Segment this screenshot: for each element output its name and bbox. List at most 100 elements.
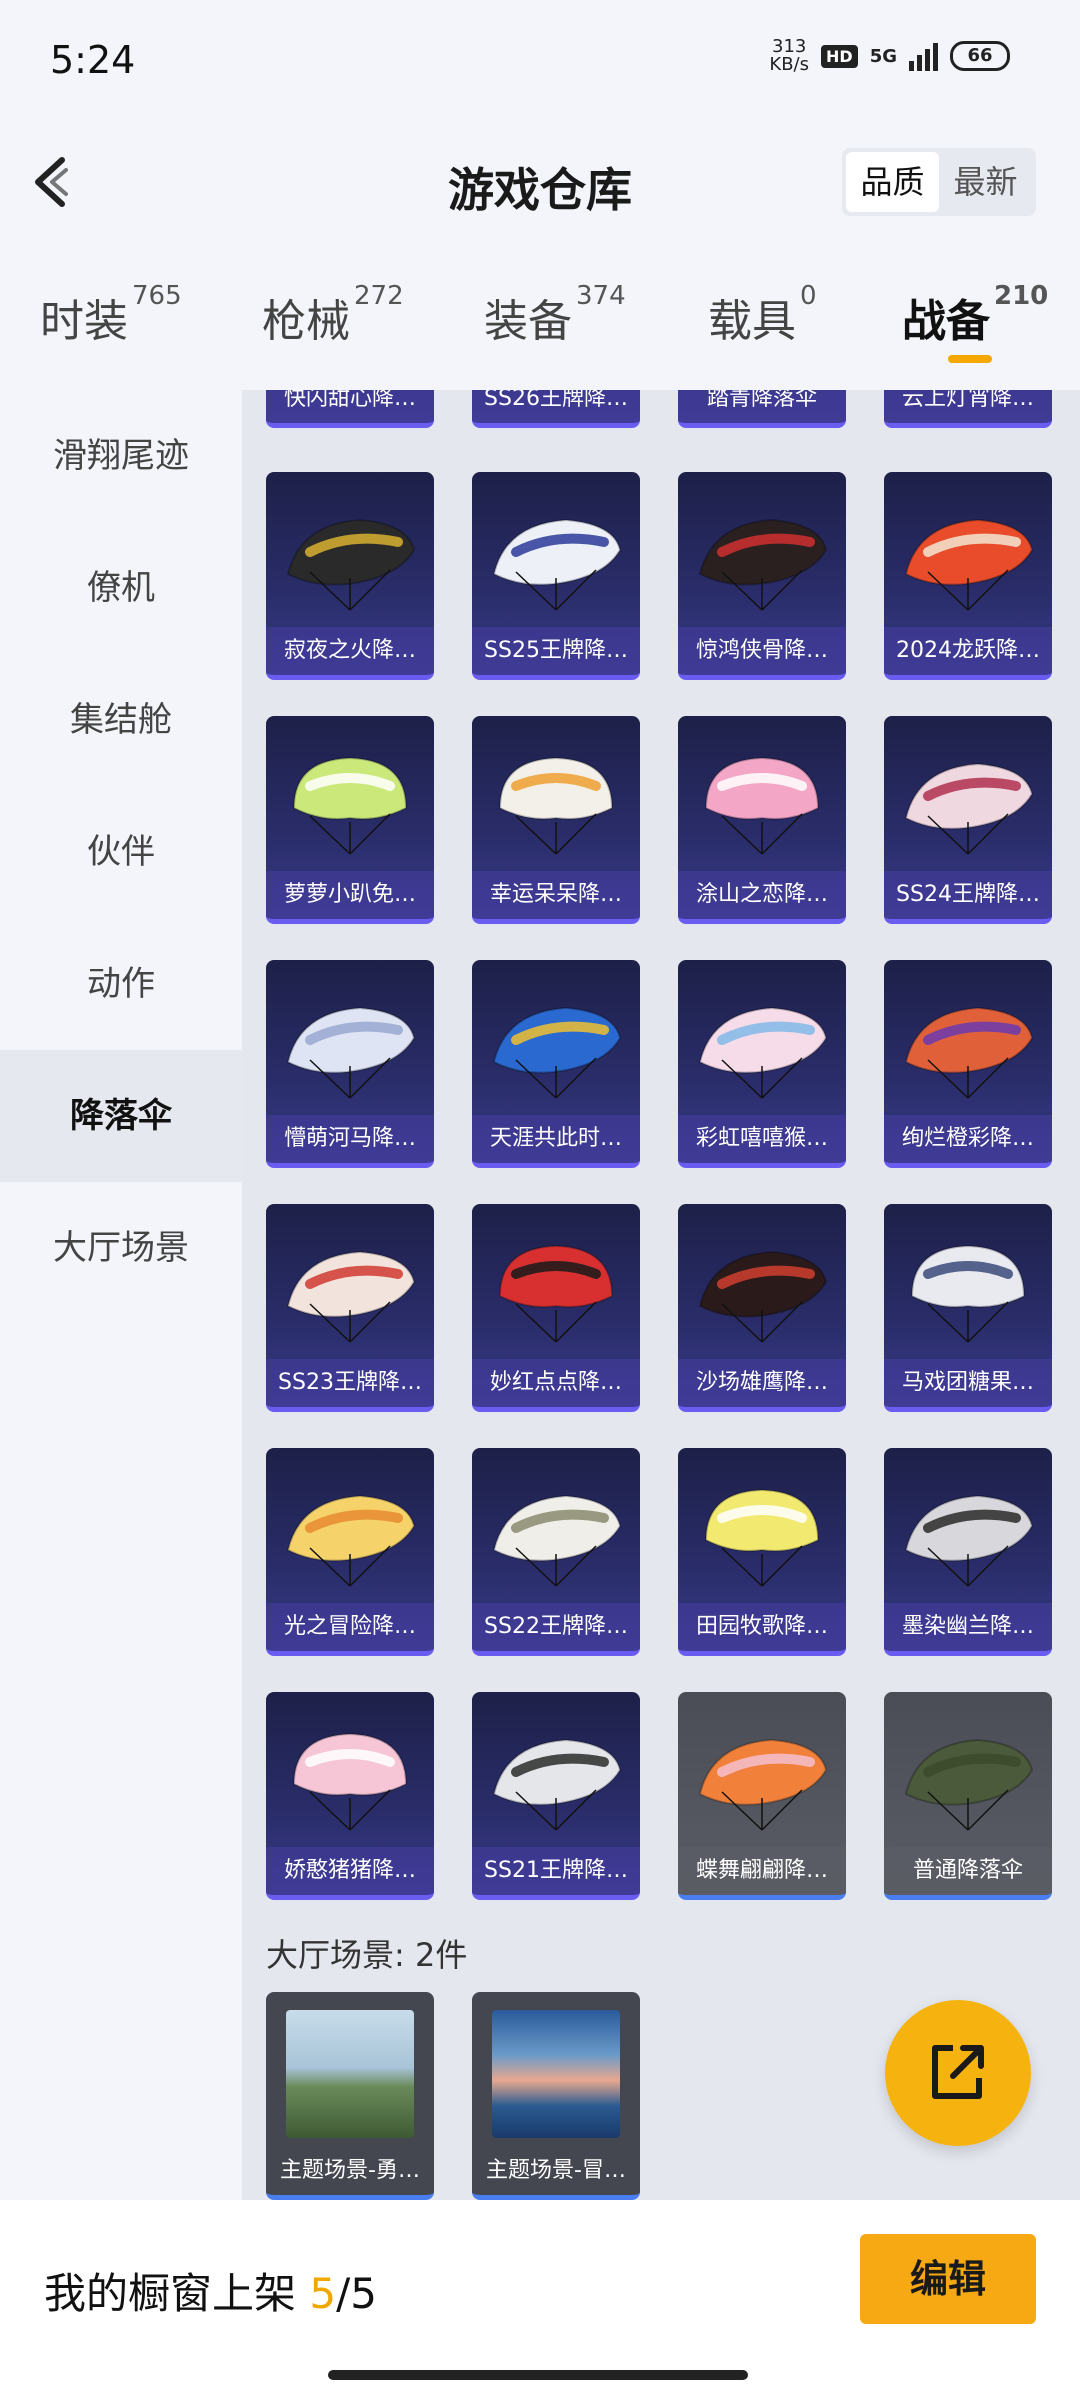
parachute-icon xyxy=(904,762,1034,855)
parachute-name: 懵萌河马降… xyxy=(266,1115,434,1163)
parachute-name: 云上灯宵降… xyxy=(884,390,1052,423)
parachute-name: 绚烂橙彩降… xyxy=(884,1115,1052,1163)
tab-fashion[interactable]: 时装 765 xyxy=(40,281,182,349)
parachute-name: 幸运呆呆降… xyxy=(472,871,640,919)
status-time: 5:24 xyxy=(50,38,136,82)
parachute-name: 寂夜之火降… xyxy=(266,627,434,675)
parachute-icon xyxy=(904,1006,1034,1099)
status-bar: 5:24 313 KB/s HD 5G 66 xyxy=(0,0,1080,120)
parachute-name: 快闪甜心降… xyxy=(266,390,434,423)
parachute-name: 蝶舞翩翩降… xyxy=(678,1847,846,1895)
edit-button[interactable]: 编辑 xyxy=(860,2234,1036,2324)
sidebar-item-assembly-pod[interactable]: 集结舱 xyxy=(0,654,242,786)
parachute-card[interactable]: 懵萌河马降… xyxy=(266,960,434,1168)
parachute-card[interactable]: 妙红点点降… xyxy=(472,1204,640,1412)
parachute-icon xyxy=(904,518,1034,611)
sort-latest-button[interactable]: 最新 xyxy=(939,152,1032,212)
parachute-icon xyxy=(698,1738,828,1831)
parachute-card[interactable]: 田园牧歌降… xyxy=(678,1448,846,1656)
parachute-card[interactable]: 寂夜之火降… xyxy=(266,472,434,680)
sidebar-item-glide-trail[interactable]: 滑翔尾迹 xyxy=(0,390,242,522)
parachute-card[interactable]: SS25王牌降… xyxy=(472,472,640,680)
parachute-name: 墨染幽兰降… xyxy=(884,1603,1052,1651)
signal-icon xyxy=(909,41,938,71)
network-type-icon: 5G xyxy=(869,45,897,67)
parachute-card[interactable]: 彩虹嘻嘻猴… xyxy=(678,960,846,1168)
category-tabs: 时装 765 枪械 272 装备 374 载具 0 战备 210 xyxy=(0,281,1080,385)
parachute-card[interactable]: 马戏团糖果… xyxy=(884,1204,1052,1412)
parachute-icon xyxy=(498,1244,614,1343)
section-title-lobby-scene: 大厅场景: 2件 xyxy=(266,1936,468,1974)
scene-card[interactable]: 主题场景-勇… xyxy=(266,1992,434,2200)
network-speed: 313 KB/s xyxy=(769,36,810,75)
scene-thumbnail xyxy=(492,2010,620,2138)
parachute-icon xyxy=(498,756,614,855)
item-grid: 快闪甜心降… SS26王牌降… 踏青降落伞 云上灯宵降… 寂夜之火降… SS25王牌降…… xyxy=(242,390,1080,2200)
parachute-name: SS24王牌降… xyxy=(884,871,1052,919)
parachute-name: 彩虹嘻嘻猴… xyxy=(678,1115,846,1163)
parachute-card[interactable]: 萝萝小趴免… xyxy=(266,716,434,924)
parachute-card[interactable]: 惊鸿侠骨降… xyxy=(678,472,846,680)
parachute-icon xyxy=(704,1488,820,1587)
parachute-card[interactable]: 沙场雄鹰降… xyxy=(678,1204,846,1412)
sidebar-item-lobby-scene[interactable]: 大厅场景 xyxy=(0,1182,242,1314)
parachute-icon xyxy=(286,518,416,611)
sidebar-item-wingman[interactable]: 僚机 xyxy=(0,522,242,654)
parachute-card[interactable]: 涂山之恋降… xyxy=(678,716,846,924)
parachute-name: 2024龙跃降… xyxy=(884,627,1052,675)
parachute-card[interactable]: 娇憨猪猪降… xyxy=(266,1692,434,1900)
tab-weapons[interactable]: 枪械 272 xyxy=(262,281,404,349)
parachute-name: 沙场雄鹰降… xyxy=(678,1359,846,1407)
parachute-name: 马戏团糖果… xyxy=(884,1359,1052,1407)
tab-vehicles[interactable]: 载具 0 xyxy=(708,281,817,349)
parachute-card[interactable]: SS23王牌降… xyxy=(266,1204,434,1412)
parachute-card[interactable]: 快闪甜心降… xyxy=(266,390,434,428)
parachute-card[interactable]: 天涯共此时… xyxy=(472,960,640,1168)
parachute-card[interactable]: 蝶舞翩翩降… xyxy=(678,1692,846,1900)
parachute-card[interactable]: 幸运呆呆降… xyxy=(472,716,640,924)
parachute-card[interactable]: 云上灯宵降… xyxy=(884,390,1052,428)
header: 游戏仓库 品质 最新 xyxy=(0,130,1080,230)
parachute-name: SS23王牌降… xyxy=(266,1359,434,1407)
parachute-icon xyxy=(698,1250,828,1343)
parachute-card[interactable]: 普通降落伞 xyxy=(884,1692,1052,1900)
parachute-icon xyxy=(286,1006,416,1099)
sort-quality-button[interactable]: 品质 xyxy=(846,152,939,212)
parachute-card[interactable]: SS26王牌降… xyxy=(472,390,640,428)
showcase-count: 我的橱窗上架 5/5 xyxy=(44,2269,377,2318)
parachute-card[interactable]: SS22王牌降… xyxy=(472,1448,640,1656)
parachute-icon xyxy=(704,756,820,855)
parachute-name: 妙红点点降… xyxy=(472,1359,640,1407)
parachute-icon xyxy=(904,1738,1034,1831)
sidebar-item-parachute[interactable]: 降落伞 xyxy=(0,1050,242,1182)
hd-icon: HD xyxy=(821,44,858,68)
sidebar-item-companion[interactable]: 伙伴 xyxy=(0,786,242,918)
share-button[interactable] xyxy=(885,2000,1031,2146)
scene-card[interactable]: 主题场景-冒… xyxy=(472,1992,640,2200)
parachute-icon xyxy=(492,518,622,611)
tab-equipment[interactable]: 装备 374 xyxy=(484,281,626,349)
parachute-name: 天涯共此时… xyxy=(472,1115,640,1163)
parachute-name: 光之冒险降… xyxy=(266,1603,434,1651)
parachute-card[interactable]: 光之冒险降… xyxy=(266,1448,434,1656)
parachute-card[interactable]: 2024龙跃降… xyxy=(884,472,1052,680)
tab-combat-gear[interactable]: 战备 210 xyxy=(902,281,1048,349)
sidebar-item-emote[interactable]: 动作 xyxy=(0,918,242,1050)
parachute-icon xyxy=(910,1244,1026,1343)
parachute-name: 娇憨猪猪降… xyxy=(266,1847,434,1895)
parachute-name: SS21王牌降… xyxy=(472,1847,640,1895)
parachute-name: SS25王牌降… xyxy=(472,627,640,675)
parachute-icon xyxy=(292,1732,408,1831)
parachute-card[interactable]: SS24王牌降… xyxy=(884,716,1052,924)
parachute-name: 萝萝小趴免… xyxy=(266,871,434,919)
parachute-card[interactable]: SS21王牌降… xyxy=(472,1692,640,1900)
scene-name: 主题场景-勇… xyxy=(280,2158,420,2183)
parachute-icon xyxy=(286,1494,416,1587)
home-indicator xyxy=(328,2370,748,2380)
parachute-name: 田园牧歌降… xyxy=(678,1603,846,1651)
scene-thumbnail xyxy=(286,2010,414,2138)
parachute-card[interactable]: 踏青降落伞 xyxy=(678,390,846,428)
parachute-icon xyxy=(904,1494,1034,1587)
parachute-card[interactable]: 绚烂橙彩降… xyxy=(884,960,1052,1168)
parachute-card[interactable]: 墨染幽兰降… xyxy=(884,1448,1052,1656)
